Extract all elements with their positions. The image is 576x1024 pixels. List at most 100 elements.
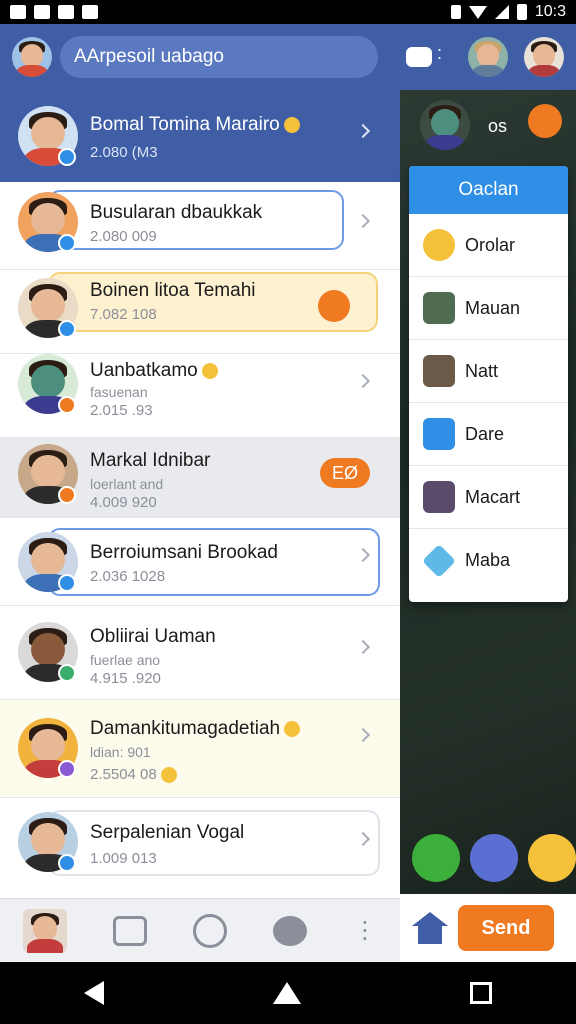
- send-button[interactable]: Send: [458, 905, 554, 951]
- dropdown-item[interactable]: Macart: [409, 466, 568, 529]
- chat-row[interactable]: Damankitumagadetiah ldian: 901 2.5504 08: [0, 700, 400, 798]
- messages-icon[interactable]: [406, 43, 442, 67]
- profile-avatar[interactable]: [12, 37, 52, 77]
- back-icon[interactable]: [84, 981, 105, 1005]
- contacts-icon[interactable]: [193, 913, 227, 948]
- chat-name: Serpalenian Vogal: [90, 822, 245, 843]
- verified-badge-icon: [58, 854, 76, 872]
- emoji-icon: [160, 767, 177, 784]
- chat-meta: 2.080 (M3: [90, 144, 158, 161]
- status-bar: 10:3: [0, 0, 576, 24]
- image-notification-icon: [10, 5, 26, 19]
- dropdown-item-label: Maba: [465, 550, 511, 570]
- chevron-right-icon[interactable]: [355, 123, 371, 139]
- chat-meta: 7.082 108: [90, 306, 157, 323]
- dropdown-item-label: Macart: [465, 486, 521, 507]
- app-header: AArpesoil uabago: [0, 24, 576, 90]
- dropdown-item[interactable]: Orolar: [409, 214, 568, 277]
- chat-subtitle: loerlant and: [90, 476, 164, 492]
- emoji-icon[interactable]: [528, 834, 576, 882]
- contact-avatar[interactable]: [524, 37, 564, 77]
- dropdown-item[interactable]: Mauan: [409, 277, 568, 340]
- search-text: AArpesoil uabago: [74, 46, 224, 67]
- chat-row[interactable]: Berroiumsani Brookad 2.036 1028: [0, 518, 400, 606]
- photo-icon: [423, 292, 455, 324]
- verified-badge-icon: [58, 664, 76, 682]
- chat-bubble-icon[interactable]: [273, 915, 307, 946]
- emoji-icon: [423, 229, 455, 261]
- chat-name: Damankitumagadetiah: [90, 718, 301, 740]
- battery-icon: [516, 4, 527, 20]
- chat-meta: 2.036 1028: [90, 568, 166, 585]
- chat-name: Obliirai Uaman: [90, 626, 216, 647]
- panel-label: os: [488, 116, 508, 136]
- chat-subtitle: ldian: 901: [90, 744, 151, 760]
- dropdown-item-label: Orolar: [465, 234, 516, 255]
- search-input[interactable]: AArpesoil uabago: [60, 36, 378, 78]
- chat-list: Bomal Tomina Marairo 2.080 (M3 Busularan…: [0, 90, 400, 898]
- chat-meta: 2.5504 08: [90, 766, 177, 784]
- home-nav-icon[interactable]: [272, 982, 301, 1004]
- phone-icon[interactable]: [412, 834, 460, 882]
- home-icon[interactable]: [412, 912, 448, 944]
- chat-meta: 4.915 .920: [90, 670, 161, 687]
- plus-icon: [423, 418, 455, 450]
- chevron-right-icon[interactable]: [355, 727, 371, 743]
- recent-apps-icon[interactable]: [469, 982, 492, 1004]
- diamond-icon: [422, 543, 456, 578]
- message-notification-icon: [82, 5, 98, 19]
- chat-row[interactable]: Markal Idnibar loerlant and 4.009 920 EØ: [0, 438, 400, 518]
- emoji-icon: [283, 116, 300, 133]
- chat-row[interactable]: Serpalenian Vogal 1.009 013: [0, 798, 400, 898]
- verified-badge-icon: [58, 148, 76, 166]
- photo-icon: [423, 481, 455, 513]
- chat-name: Busularan dbaukkak: [90, 202, 263, 223]
- chat-meta: 2.015 .93: [90, 402, 153, 419]
- chevron-right-icon[interactable]: [355, 213, 371, 229]
- location-pin-icon[interactable]: [528, 104, 562, 138]
- chat-row[interactable]: Bomal Tomina Marairo 2.080 (M3: [0, 90, 400, 182]
- dropdown-item[interactable]: Maba: [409, 529, 568, 592]
- dropdown-item[interactable]: Natt: [409, 340, 568, 403]
- more-options-icon[interactable]: ⋮: [353, 916, 377, 945]
- chat-row[interactable]: Obliirai Uaman fuerlae ano 4.915 .920: [0, 606, 400, 700]
- verified-badge-icon: [58, 320, 76, 338]
- reaction-button[interactable]: [318, 290, 350, 322]
- emoji-icon: [201, 362, 218, 379]
- chat-name: Uanbatkamo: [90, 360, 218, 382]
- dropdown-header: Oaclan: [409, 166, 568, 214]
- verified-badge-icon: [58, 760, 76, 778]
- unread-pill[interactable]: EØ: [319, 458, 370, 488]
- chat-row[interactable]: Boinen litoa Temahi 7.082 108: [0, 270, 400, 354]
- profile-tab-avatar[interactable]: [23, 908, 67, 953]
- chat-meta: 1.009 013: [90, 850, 157, 867]
- verified-badge-icon: [58, 396, 76, 414]
- dropdown-item[interactable]: Dare: [409, 403, 568, 466]
- chevron-right-icon[interactable]: [355, 373, 371, 389]
- chat-meta: 2.080 009: [90, 228, 157, 245]
- mail-icon[interactable]: [113, 915, 147, 946]
- dropdown-item-label: Natt: [465, 360, 499, 381]
- quick-actions: [412, 834, 576, 882]
- chat-icon[interactable]: [470, 834, 518, 882]
- chat-name: Markal Idnibar: [90, 450, 211, 471]
- app-notification-icon: [58, 5, 74, 19]
- chat-subtitle: fuerlae ano: [90, 652, 161, 668]
- chat-meta: 4.009 920: [90, 494, 157, 511]
- dropdown-item-label: Dare: [465, 423, 505, 444]
- contact-avatar[interactable]: [468, 37, 508, 77]
- chat-name: Boinen litoa Temahi: [90, 280, 256, 301]
- system-navigation: [0, 962, 576, 1024]
- wifi-icon: [468, 5, 487, 19]
- dropdown-item-label: Mauan: [465, 297, 521, 318]
- verified-badge-icon: [58, 574, 76, 592]
- chat-subtitle: fasuenan: [90, 384, 148, 400]
- chat-row[interactable]: Busularan dbaukkak 2.080 009: [0, 182, 400, 270]
- chat-name: Berroiumsani Brookad: [90, 542, 278, 563]
- photo-icon: [423, 355, 455, 387]
- chat-name: Bomal Tomina Marairo: [90, 114, 300, 136]
- image-notification-icon: [34, 5, 50, 19]
- panel-avatar[interactable]: [420, 100, 470, 150]
- chat-row[interactable]: Uanbatkamo fasuenan 2.015 .93: [0, 354, 400, 438]
- chevron-right-icon[interactable]: [355, 639, 371, 655]
